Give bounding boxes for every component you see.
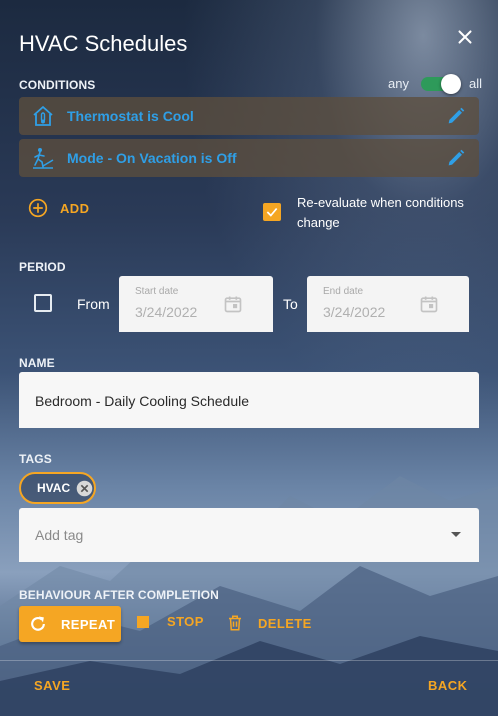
behaviour-heading: BEHAVIOUR AFTER COMPLETION xyxy=(19,588,219,602)
condition-item-vacation[interactable]: Mode - On Vacation is Off xyxy=(19,139,479,177)
calendar-icon[interactable] xyxy=(223,294,243,314)
tags-heading: TAGS xyxy=(19,452,52,466)
schedule-name-field[interactable]: Bedroom - Daily Cooling Schedule xyxy=(19,372,479,428)
from-label: From xyxy=(77,296,110,312)
repeat-button[interactable]: REPEAT xyxy=(19,606,121,642)
end-date-field[interactable]: End date 3/24/2022 xyxy=(307,276,469,332)
reevaluate-option[interactable]: Re-evaluate when conditions change xyxy=(263,193,487,233)
footer-divider xyxy=(0,660,498,661)
condition-item-thermostat[interactable]: Thermostat is Cool xyxy=(19,97,479,135)
any-all-toggle[interactable]: any all xyxy=(388,73,482,94)
condition-label: Thermostat is Cool xyxy=(67,108,194,124)
close-icon[interactable] xyxy=(454,26,476,48)
dialog-title: HVAC Schedules xyxy=(19,31,188,56)
reevaluate-label: Re-evaluate when conditions change xyxy=(297,195,464,230)
pencil-icon[interactable] xyxy=(445,105,467,127)
start-date-field[interactable]: Start date 3/24/2022 xyxy=(119,276,273,332)
tag-chip[interactable]: HVAC xyxy=(19,472,96,504)
period-heading: PERIOD xyxy=(19,260,66,274)
condition-label: Mode - On Vacation is Off xyxy=(67,150,237,166)
repeat-label: REPEAT xyxy=(61,616,116,632)
home-thermostat-icon xyxy=(33,106,53,126)
beach-vacation-icon xyxy=(33,148,54,169)
stop-icon xyxy=(137,615,149,628)
conditions-heading: CONDITIONS xyxy=(19,78,96,92)
back-button[interactable]: BACK xyxy=(428,678,468,693)
toggle-all-label: all xyxy=(468,76,482,91)
refresh-icon xyxy=(31,616,45,631)
start-date-value: 3/24/2022 xyxy=(135,304,198,320)
chevron-down-icon[interactable] xyxy=(451,532,461,537)
delete-label: DELETE xyxy=(258,615,312,631)
toggle-any-label: any xyxy=(388,76,409,91)
name-heading: NAME xyxy=(19,356,55,370)
stop-label: STOP xyxy=(167,614,204,629)
calendar-icon[interactable] xyxy=(419,294,439,314)
delete-button[interactable]: DELETE xyxy=(226,613,312,633)
add-circle-icon xyxy=(28,198,48,218)
end-date-label: End date xyxy=(323,286,364,297)
tag-chip-label: HVAC xyxy=(37,481,71,495)
start-date-label: Start date xyxy=(135,286,179,297)
end-date-value: 3/24/2022 xyxy=(323,304,386,320)
save-button[interactable]: SAVE xyxy=(34,678,70,693)
hvac-schedule-dialog: HVAC Schedules CONDITIONS any all Thermo… xyxy=(0,0,498,716)
checkmark-icon xyxy=(266,207,278,217)
add-tag-dropdown[interactable]: Add tag xyxy=(19,508,479,562)
reevaluate-checkbox[interactable] xyxy=(263,203,281,221)
switch-knob xyxy=(440,73,461,94)
add-condition-button[interactable]: ADD xyxy=(28,198,89,218)
add-label: ADD xyxy=(60,200,90,216)
stop-button[interactable]: STOP xyxy=(137,614,204,629)
any-all-switch[interactable] xyxy=(420,73,461,94)
pencil-icon[interactable] xyxy=(445,147,467,169)
to-label: To xyxy=(283,296,298,312)
period-checkbox[interactable] xyxy=(34,294,52,312)
remove-tag-icon[interactable] xyxy=(76,480,93,497)
trash-icon xyxy=(229,615,241,631)
add-tag-placeholder: Add tag xyxy=(35,527,84,543)
